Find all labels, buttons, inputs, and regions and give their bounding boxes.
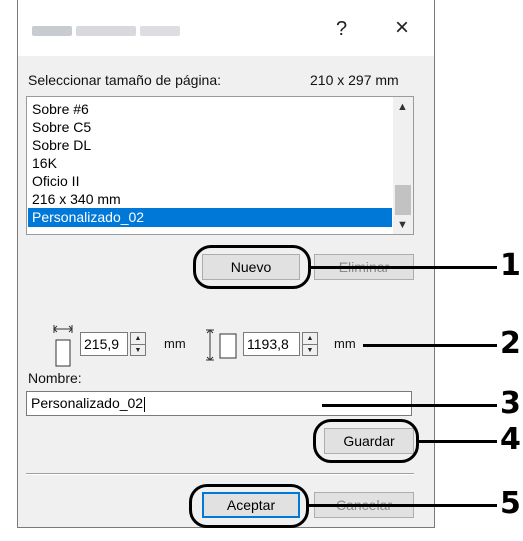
callout-oval-4 <box>313 419 419 463</box>
callout-line-5 <box>309 504 497 507</box>
list-item[interactable]: 216 x 340 mm <box>28 190 392 209</box>
height-unit: mm <box>334 336 356 351</box>
width-input[interactable]: 215,9 <box>80 332 128 356</box>
callout-number-3: 3 <box>500 386 521 421</box>
help-button[interactable]: ? <box>336 18 347 41</box>
height-icon <box>206 329 237 361</box>
callout-line-4 <box>419 440 497 443</box>
list-item[interactable]: 16K <box>28 154 392 173</box>
callout-oval-5 <box>189 484 309 528</box>
scroll-thumb[interactable] <box>395 185 411 215</box>
callout-number-5: 5 <box>500 486 521 521</box>
width-spinner[interactable]: ▲ ▼ <box>130 332 146 356</box>
page-size-label: Seleccionar tamaño de página: <box>28 72 222 88</box>
current-size-value: 210 x 297 mm <box>310 72 399 88</box>
title-bar[interactable]: ? × <box>18 0 434 56</box>
list-item-selected[interactable]: Personalizado_02 <box>28 208 392 227</box>
name-label: Nombre: <box>28 370 82 386</box>
height-input[interactable]: 1193,8 <box>243 332 300 356</box>
width-unit: mm <box>164 336 186 351</box>
listbox-scrollbar[interactable]: ▲ ▼ <box>393 97 413 234</box>
scroll-down-icon[interactable]: ▼ <box>397 219 408 231</box>
callout-number-1: 1 <box>500 248 521 283</box>
page-size-listbox[interactable]: Sobre #6 Sobre C5 Sobre DL 16K Oficio II… <box>26 96 414 235</box>
width-icon <box>53 325 73 367</box>
callout-number-4: 4 <box>500 422 521 457</box>
list-item[interactable]: Sobre DL <box>28 136 392 155</box>
window-title-blurred <box>32 26 182 36</box>
list-item[interactable]: Sobre #6 <box>28 100 392 119</box>
callout-oval-1 <box>193 245 311 289</box>
callout-line-2 <box>363 344 497 347</box>
spin-up-icon[interactable]: ▲ <box>303 333 317 345</box>
spin-down-icon[interactable]: ▼ <box>131 345 145 356</box>
height-spinner[interactable]: ▲ ▼ <box>302 332 318 356</box>
name-input-value: Personalizado_02 <box>31 395 144 411</box>
scroll-up-icon[interactable]: ▲ <box>397 101 408 113</box>
separator <box>26 473 414 475</box>
spin-down-icon[interactable]: ▼ <box>303 345 317 356</box>
spin-up-icon[interactable]: ▲ <box>131 333 145 345</box>
callout-line-1 <box>311 266 497 269</box>
text-cursor <box>144 396 146 412</box>
callout-number-2: 2 <box>500 326 521 361</box>
list-item[interactable]: Sobre C5 <box>28 118 392 137</box>
close-button[interactable]: × <box>395 14 409 42</box>
list-item[interactable]: Oficio II <box>28 172 392 191</box>
callout-line-3 <box>322 404 497 407</box>
